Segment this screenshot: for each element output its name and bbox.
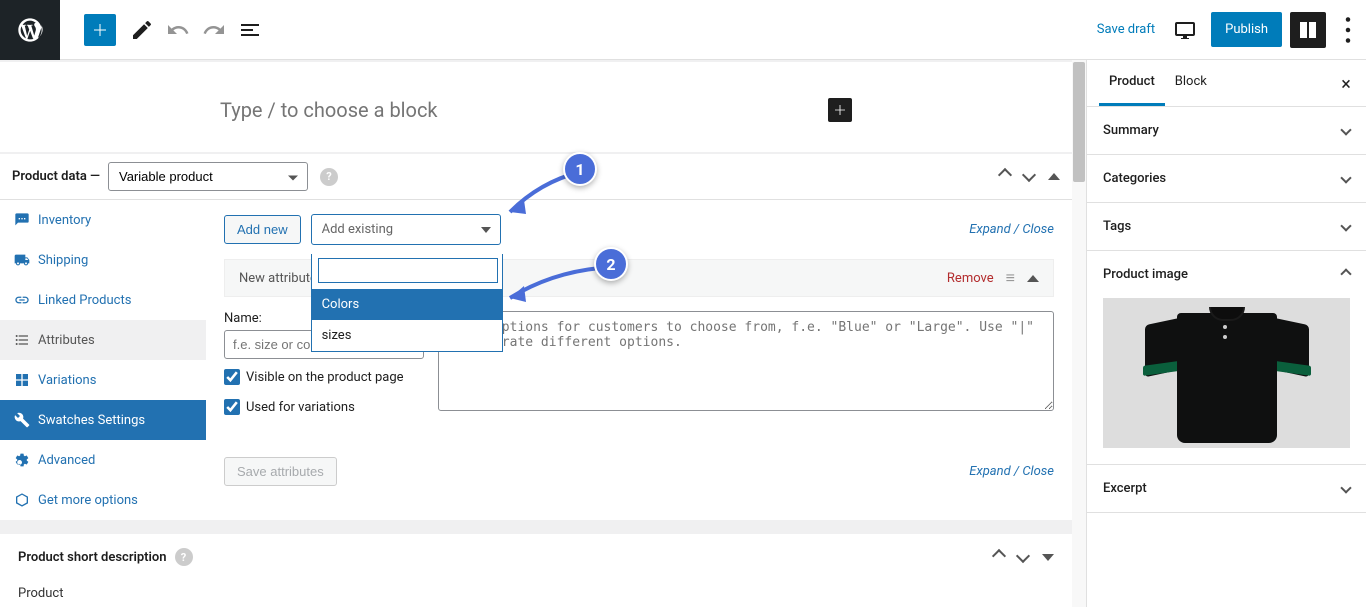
used-variations-checkbox-row[interactable]: Used for variations xyxy=(224,399,424,415)
tab-shipping[interactable]: Shipping xyxy=(0,240,206,280)
sidebar-tab-block[interactable]: Block xyxy=(1165,60,1217,106)
redo-icon[interactable] xyxy=(196,12,232,48)
panel-up-icon[interactable] xyxy=(994,550,1004,565)
tab-attributes-label: Attributes xyxy=(38,333,95,348)
expand-collapse-link[interactable]: Expand / Close xyxy=(969,222,1054,237)
add-existing-placeholder: Add existing xyxy=(322,222,393,237)
settings-panel-toggle[interactable] xyxy=(1290,12,1326,48)
panel-down-icon[interactable] xyxy=(1024,169,1034,184)
attribute-collapse-icon[interactable] xyxy=(1027,271,1039,286)
save-attributes-button[interactable]: Save attributes xyxy=(224,457,337,486)
panel-collapse-icon[interactable] xyxy=(1048,169,1060,184)
editor-canvas: Type / to choose a block Product data — … xyxy=(0,60,1086,607)
section-categories[interactable]: Categories xyxy=(1087,155,1366,202)
help-icon[interactable]: ? xyxy=(175,548,193,566)
tab-linked-label: Linked Products xyxy=(38,293,131,308)
undo-icon[interactable] xyxy=(160,12,196,48)
visible-checkbox-row[interactable]: Visible on the product page xyxy=(224,369,424,385)
used-variations-checkbox[interactable] xyxy=(224,399,240,415)
section-product-image-label: Product image xyxy=(1103,267,1188,282)
short-description-panel: Product short description ? xyxy=(0,534,1072,580)
scrollbar-thumb[interactable] xyxy=(1073,62,1085,182)
panel-down-icon[interactable] xyxy=(1018,550,1028,565)
tab-shipping-label: Shipping xyxy=(38,253,88,268)
tab-variations[interactable]: Variations xyxy=(0,360,206,400)
product-data-tabs: Inventory Shipping Linked Products Attri… xyxy=(0,200,206,520)
footer-product-label: Product xyxy=(0,580,1072,607)
remove-attribute-link[interactable]: Remove xyxy=(947,271,994,286)
tab-get-more[interactable]: Get more options xyxy=(0,480,206,520)
help-icon[interactable]: ? xyxy=(320,168,338,186)
block-inserter-placeholder[interactable]: Type / to choose a block xyxy=(40,98,438,122)
section-summary[interactable]: Summary xyxy=(1087,107,1366,154)
edit-tool-icon[interactable] xyxy=(124,12,160,48)
chevron-up-icon xyxy=(1342,267,1350,282)
tab-linked-products[interactable]: Linked Products xyxy=(0,280,206,320)
chevron-down-icon xyxy=(1342,123,1350,138)
section-excerpt[interactable]: Excerpt xyxy=(1087,465,1366,512)
tab-advanced-label: Advanced xyxy=(38,453,95,468)
dropdown-option-colors[interactable]: Colors xyxy=(312,289,502,320)
section-product-image[interactable]: Product image xyxy=(1087,251,1366,298)
tab-swatches-label: Swatches Settings xyxy=(38,413,145,428)
add-block-button[interactable] xyxy=(84,14,116,46)
tab-variations-label: Variations xyxy=(38,373,96,388)
section-excerpt-label: Excerpt xyxy=(1103,481,1147,496)
scrollbar-track[interactable] xyxy=(1072,60,1086,607)
chevron-down-icon xyxy=(1342,481,1350,496)
settings-sidebar: Product Block × Summary Categories Tags xyxy=(1086,60,1366,607)
sidebar-tab-product[interactable]: Product xyxy=(1099,60,1165,106)
tab-inventory[interactable]: Inventory xyxy=(0,200,206,240)
inline-add-block-button[interactable] xyxy=(828,98,852,122)
section-tags[interactable]: Tags xyxy=(1087,203,1366,250)
panel-expand-icon[interactable] xyxy=(1042,550,1054,565)
add-new-attribute-button[interactable]: Add new xyxy=(224,215,301,244)
tab-get-more-label: Get more options xyxy=(38,493,138,508)
preview-icon[interactable] xyxy=(1167,12,1203,48)
drag-handle-icon[interactable]: ≡ xyxy=(1006,270,1015,286)
product-data-title: Product data — xyxy=(12,169,100,184)
attribute-dropdown: Colors sizes xyxy=(311,254,503,352)
tab-attributes[interactable]: Attributes xyxy=(0,320,206,360)
visible-checkbox-label: Visible on the product page xyxy=(246,370,404,385)
section-summary-label: Summary xyxy=(1103,123,1159,138)
more-options-icon[interactable] xyxy=(1330,12,1366,48)
product-data-panel: Product data — Variable product ? xyxy=(0,154,1072,520)
tab-advanced[interactable]: Advanced xyxy=(0,440,206,480)
top-toolbar: Save draft Publish xyxy=(0,0,1366,60)
save-draft-link[interactable]: Save draft xyxy=(1085,14,1167,45)
short-description-title: Product short description xyxy=(18,550,167,565)
used-variations-label: Used for variations xyxy=(246,400,355,415)
tab-swatches-settings[interactable]: Swatches Settings xyxy=(0,400,206,440)
chevron-down-icon xyxy=(1342,171,1350,186)
chevron-down-icon xyxy=(1342,219,1350,234)
tab-inventory-label: Inventory xyxy=(38,213,91,228)
product-type-select[interactable]: Variable product xyxy=(108,162,308,191)
section-categories-label: Categories xyxy=(1103,171,1166,186)
dropdown-option-sizes[interactable]: sizes xyxy=(312,320,502,351)
new-attribute-header: New attribute xyxy=(239,271,317,286)
expand-collapse-link-bottom[interactable]: Expand / Close xyxy=(969,464,1054,479)
document-outline-icon[interactable] xyxy=(232,12,268,48)
section-tags-label: Tags xyxy=(1103,219,1131,234)
close-sidebar-icon[interactable]: × xyxy=(1334,72,1358,96)
wp-logo-icon[interactable] xyxy=(0,0,60,60)
add-existing-select[interactable]: Add existing xyxy=(311,214,501,245)
attribute-search-input[interactable] xyxy=(318,258,498,283)
visible-checkbox[interactable] xyxy=(224,369,240,385)
publish-button[interactable]: Publish xyxy=(1211,12,1282,47)
product-image-thumbnail[interactable] xyxy=(1103,298,1350,448)
attribute-values-textarea[interactable] xyxy=(438,311,1054,411)
panel-up-icon[interactable] xyxy=(1000,169,1010,184)
